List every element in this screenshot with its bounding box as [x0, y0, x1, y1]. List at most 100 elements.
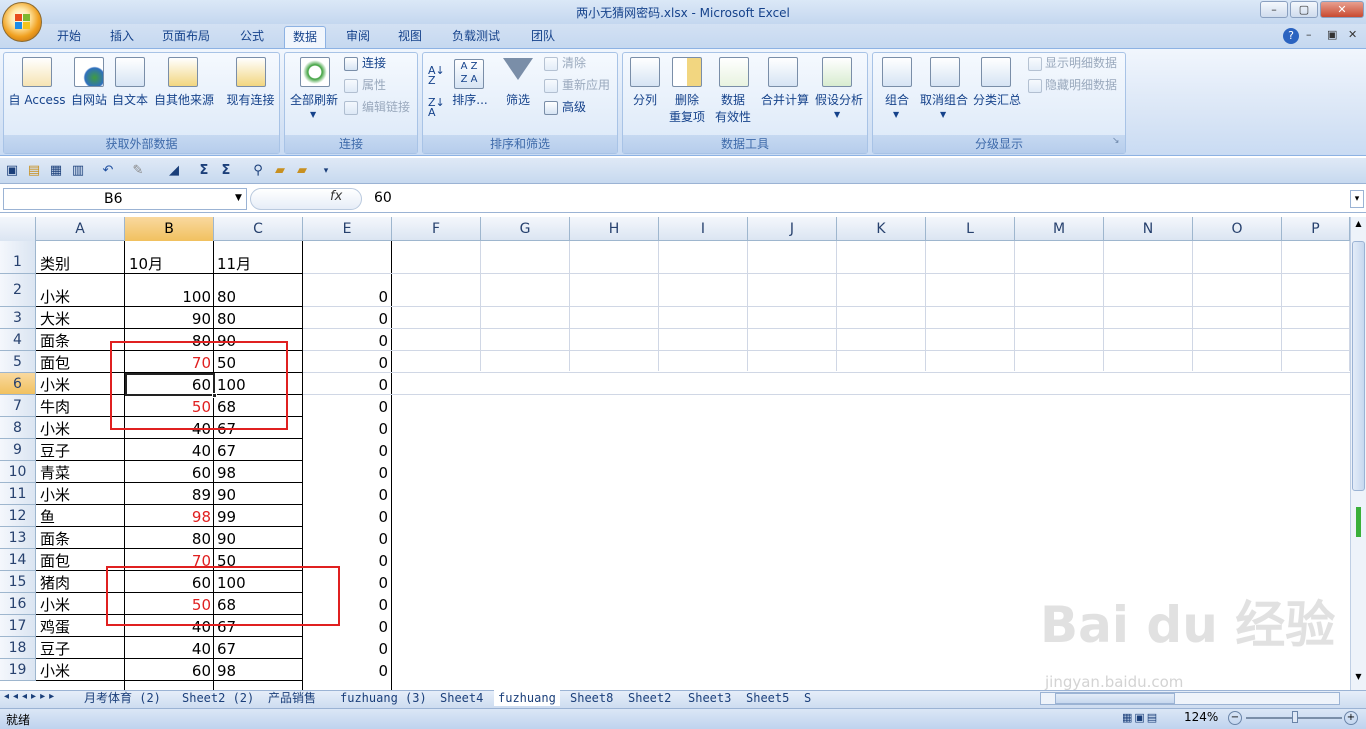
page-setup-icon[interactable]: ▥ — [70, 163, 86, 179]
close-button[interactable]: ✕ — [1320, 1, 1364, 18]
sheet-tab-0[interactable]: 月考体育 (2) — [80, 690, 165, 706]
cell-C10[interactable]: 98 — [217, 463, 303, 483]
sort-az-icon[interactable]: A↓ Z — [428, 65, 445, 86]
cell-C1[interactable]: 11月 — [217, 254, 303, 274]
vertical-scrollbar[interactable]: ▲ ▼ — [1350, 217, 1366, 690]
text-to-columns-button[interactable]: 分列 — [626, 92, 664, 109]
tab-3[interactable]: 公式 — [232, 26, 272, 48]
column-header-H[interactable]: H — [570, 217, 659, 241]
row-header-5[interactable]: 5 — [0, 351, 36, 373]
sort-button[interactable]: 排序... — [448, 92, 492, 109]
column-header-P[interactable]: P — [1282, 217, 1350, 241]
row-header-10[interactable]: 10 — [0, 461, 36, 483]
sheet-tab-4[interactable]: Sheet4 — [436, 690, 487, 706]
row-header-15[interactable]: 15 — [0, 571, 36, 593]
folder-icon[interactable]: ▰ — [272, 163, 288, 179]
sheet-tab-5[interactable]: fuzhuang — [494, 690, 560, 706]
what-if-analysis-button[interactable]: 假设分析 — [812, 92, 866, 109]
cell-A1[interactable]: 类别 — [40, 254, 124, 274]
cell-A10[interactable]: 青菜 — [40, 463, 124, 483]
sheet-tab-3[interactable]: fuzhuang (3) — [336, 690, 431, 706]
consolidate-button[interactable]: 合并计算 — [758, 92, 812, 109]
workbook-close-icon[interactable]: ✕ — [1348, 28, 1357, 41]
cell-C11[interactable]: 90 — [217, 485, 303, 505]
format-icon[interactable]: ◢ — [166, 163, 182, 179]
h-scroll-thumb[interactable] — [1055, 693, 1175, 704]
scroll-down-icon[interactable]: ▼ — [1352, 672, 1365, 688]
row-header-6[interactable]: 6 — [0, 373, 36, 395]
cell-C19[interactable]: 98 — [217, 661, 303, 681]
properties-button[interactable]: 属性 — [362, 77, 386, 94]
refresh-all-button[interactable]: 全部刷新 — [288, 92, 340, 109]
column-header-O[interactable]: O — [1193, 217, 1282, 241]
sheet-nav-icons[interactable]: ◂◂◂▸▸▸ — [4, 691, 58, 702]
zoom-out-icon[interactable]: − — [1228, 711, 1242, 725]
minimize-button[interactable]: – — [1260, 1, 1288, 18]
sheet-tab-7[interactable]: Sheet2 — [624, 690, 675, 706]
office-button[interactable] — [2, 2, 42, 42]
open-icon[interactable]: ▤ — [26, 163, 42, 179]
horizontal-scrollbar[interactable] — [1040, 692, 1340, 705]
zoom-in-icon[interactable]: + — [1344, 711, 1358, 725]
scroll-thumb[interactable] — [1352, 241, 1365, 491]
scroll-up-icon[interactable]: ▲ — [1352, 219, 1365, 235]
column-header-I[interactable]: I — [659, 217, 748, 241]
cell-C2[interactable]: 80 — [217, 287, 303, 307]
row-header-4[interactable]: 4 — [0, 329, 36, 351]
column-header-E[interactable]: E — [303, 217, 392, 241]
cell-A19[interactable]: 小米 — [40, 661, 124, 681]
row-header-13[interactable]: 13 — [0, 527, 36, 549]
cell-B11[interactable]: 89 — [126, 485, 214, 505]
cell-C18[interactable]: 67 — [217, 639, 303, 659]
tab-8[interactable]: 团队 — [523, 26, 563, 48]
row-header-7[interactable]: 7 — [0, 395, 36, 417]
tab-5[interactable]: 审阅 — [338, 26, 378, 48]
save-icon[interactable]: ▣ — [4, 163, 20, 179]
customize-qat-icon[interactable]: ▾ — [318, 163, 334, 179]
tab-1[interactable]: 插入 — [102, 26, 142, 48]
from-other-sources-button[interactable]: 自其他来源 — [152, 92, 216, 109]
sheet-tab-6[interactable]: Sheet8 — [566, 690, 617, 706]
sheet-tab-9[interactable]: Sheet5 — [742, 690, 793, 706]
cell-B12[interactable]: 98 — [126, 507, 214, 527]
cell-B1[interactable]: 10月 — [126, 254, 214, 274]
cell-E12[interactable]: 0 — [304, 507, 391, 527]
subtotal-button[interactable]: 分类汇总 — [971, 92, 1023, 109]
connections-button[interactable]: 连接 — [362, 55, 386, 72]
column-header-N[interactable]: N — [1104, 217, 1193, 241]
column-header-M[interactable]: M — [1015, 217, 1104, 241]
row-header-2[interactable]: 2 — [0, 274, 36, 307]
cell-E5[interactable]: 0 — [304, 353, 391, 373]
cell-E6[interactable]: 0 — [304, 375, 391, 395]
from-access-button[interactable]: 自 Access — [8, 92, 66, 109]
formula-input[interactable]: 60 — [374, 190, 392, 206]
sheet-tab-1[interactable]: Sheet2 (2) — [178, 690, 258, 706]
tab-6[interactable]: 视图 — [390, 26, 430, 48]
from-text-button[interactable]: 自文本 — [110, 92, 150, 109]
cell-E18[interactable]: 0 — [304, 639, 391, 659]
print-preview-icon[interactable]: ▦ — [48, 163, 64, 179]
workbook-restore-icon[interactable]: ▣ — [1327, 28, 1337, 41]
column-header-F[interactable]: F — [392, 217, 481, 241]
row-header-11[interactable]: 11 — [0, 483, 36, 505]
show-detail-button[interactable]: 显示明细数据 — [1045, 55, 1117, 72]
ungroup-button[interactable]: 取消组合 — [918, 92, 970, 109]
cell-C13[interactable]: 90 — [217, 529, 303, 549]
sheet-tab-2[interactable]: 产品销售 — [264, 690, 320, 706]
cell-A2[interactable]: 小米 — [40, 287, 124, 307]
cell-E8[interactable]: 0 — [304, 419, 391, 439]
row-header-3[interactable]: 3 — [0, 307, 36, 329]
cell-E1[interactable] — [304, 254, 391, 274]
cell-B2[interactable]: 100 — [126, 287, 214, 307]
cell-E7[interactable]: 0 — [304, 397, 391, 417]
cell-B10[interactable]: 60 — [126, 463, 214, 483]
column-header-J[interactable]: J — [748, 217, 837, 241]
sort-za-icon[interactable]: Z↓ A — [428, 97, 445, 118]
cell-E9[interactable]: 0 — [304, 441, 391, 461]
cell-C9[interactable]: 67 — [217, 441, 303, 461]
row-header-1[interactable]: 1 — [0, 241, 36, 274]
reapply-button[interactable]: 重新应用 — [562, 77, 610, 94]
row-header-9[interactable]: 9 — [0, 439, 36, 461]
column-header-B[interactable]: B — [125, 217, 214, 241]
column-header-C[interactable]: C — [214, 217, 303, 241]
